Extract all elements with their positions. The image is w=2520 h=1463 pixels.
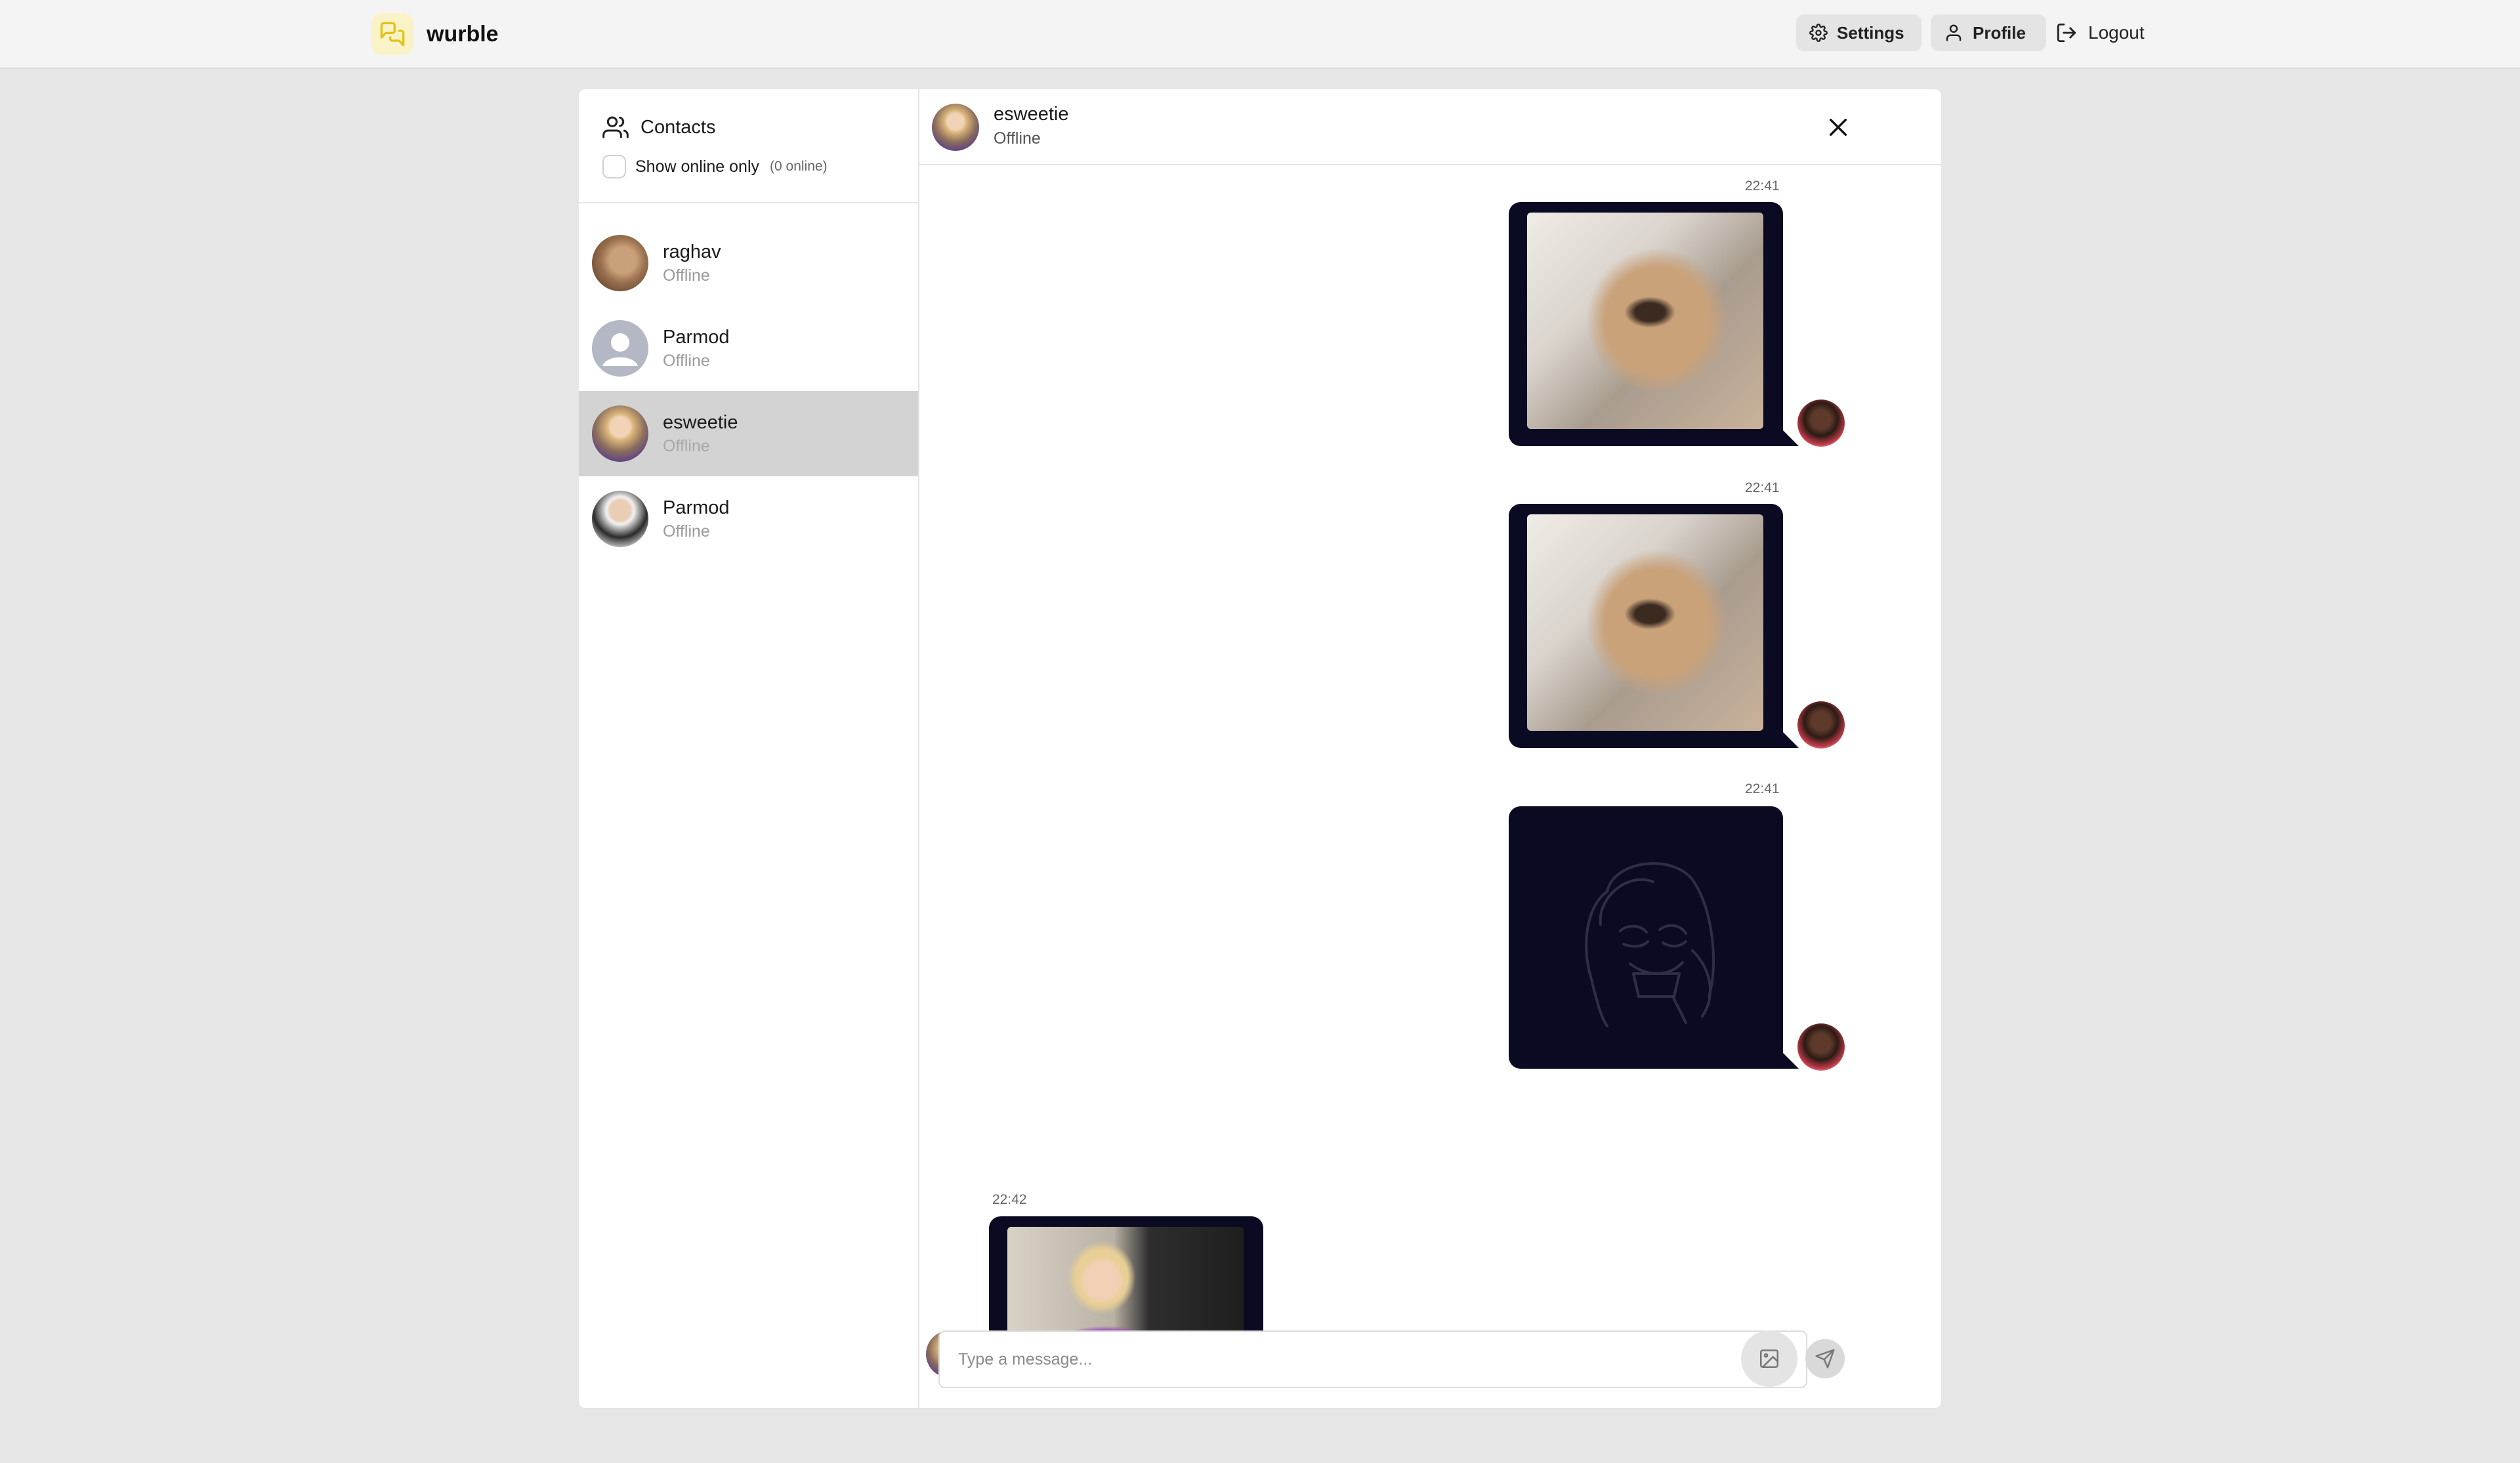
message-bubble-outgoing	[1509, 202, 1783, 446]
logout-button[interactable]: Logout	[2055, 22, 2145, 44]
users-icon	[602, 116, 629, 138]
chat-bubbles-icon	[371, 13, 413, 55]
contact-name: raghav	[663, 241, 721, 262]
chat-contact-name: esweetie	[994, 104, 1069, 125]
bubble-tail	[1783, 1053, 1799, 1069]
chat-panel: Contacts Show online only (0 online) rag…	[579, 89, 1941, 1408]
send-icon	[1815, 1349, 1835, 1369]
profile-button[interactable]: Profile	[1931, 14, 2046, 51]
message-time: 22:42	[992, 1192, 1027, 1207]
contact-status: Offline	[663, 437, 710, 455]
logout-icon	[2057, 23, 2076, 43]
top-navbar: wurble Settings Profile Logout	[0, 0, 2520, 69]
avatar	[592, 491, 648, 547]
message-bubble-outgoing	[1509, 504, 1783, 748]
contacts-sidebar: Contacts Show online only (0 online) rag…	[579, 89, 919, 1408]
message-time: 22:41	[1745, 178, 1780, 194]
online-filter: Show online only (0 online)	[602, 155, 828, 178]
default-avatar-icon	[592, 320, 648, 377]
close-chat-button[interactable]	[1825, 114, 1851, 140]
show-online-checkbox[interactable]	[602, 155, 626, 178]
settings-button[interactable]: Settings	[1796, 14, 1922, 51]
contact-item[interactable]: Parmod Offline	[579, 476, 918, 562]
nav-actions: Settings Profile Logout	[1796, 14, 2145, 51]
profile-label: Profile	[1973, 22, 2026, 43]
attach-image-button[interactable]	[1741, 1330, 1797, 1387]
send-button[interactable]	[1805, 1339, 1845, 1378]
chat-contact-status: Offline	[994, 129, 1041, 148]
avatar	[592, 235, 648, 291]
app-name: wurble	[427, 21, 499, 47]
message-time: 22:41	[1745, 781, 1780, 796]
contact-status: Offline	[663, 522, 710, 541]
bubble-tail	[1783, 732, 1799, 748]
online-count: (0 online)	[770, 159, 828, 174]
message-input[interactable]	[938, 1330, 1807, 1388]
brand[interactable]: wurble	[371, 12, 499, 56]
contact-status: Offline	[663, 352, 710, 370]
message-image[interactable]	[1527, 514, 1763, 731]
avatar	[592, 405, 648, 462]
contact-item[interactable]: raghav Offline	[579, 220, 918, 306]
contact-item-selected[interactable]: esweetie Offline	[579, 391, 918, 476]
gear-icon	[1809, 24, 1828, 42]
sender-avatar	[1797, 400, 1845, 447]
message-image[interactable]	[1527, 213, 1763, 429]
contacts-heading: Contacts	[602, 114, 715, 140]
close-icon	[1829, 118, 1847, 136]
contact-list: raghav Offline Parmod Offline esweetie O…	[579, 220, 918, 562]
settings-label: Settings	[1837, 22, 1904, 43]
image-icon	[1759, 1349, 1779, 1369]
sketch-face-image[interactable]	[1561, 846, 1732, 1029]
chat-contact-avatar	[932, 104, 979, 151]
show-online-label[interactable]: Show online only	[635, 157, 759, 176]
message-bubble-outgoing	[1509, 806, 1783, 1069]
contact-item[interactable]: Parmod Offline	[579, 306, 918, 391]
sidebar-header: Contacts Show online only (0 online)	[579, 89, 918, 203]
contact-name: esweetie	[663, 412, 738, 433]
chat-area: esweetie Offline 22:41 22:41 22:41 22:42…	[919, 89, 1941, 1408]
sender-avatar	[1797, 1023, 1845, 1071]
chat-header: esweetie Offline	[919, 89, 1941, 165]
message-time: 22:41	[1745, 480, 1780, 495]
user-icon	[1946, 24, 1962, 41]
bubble-tail	[1783, 430, 1799, 446]
contact-name: Parmod	[663, 327, 730, 348]
contact-status: Offline	[663, 266, 710, 285]
sender-avatar	[1797, 701, 1845, 749]
contacts-title: Contacts	[640, 116, 716, 138]
contact-name: Parmod	[663, 497, 730, 518]
logout-label: Logout	[2088, 22, 2145, 43]
